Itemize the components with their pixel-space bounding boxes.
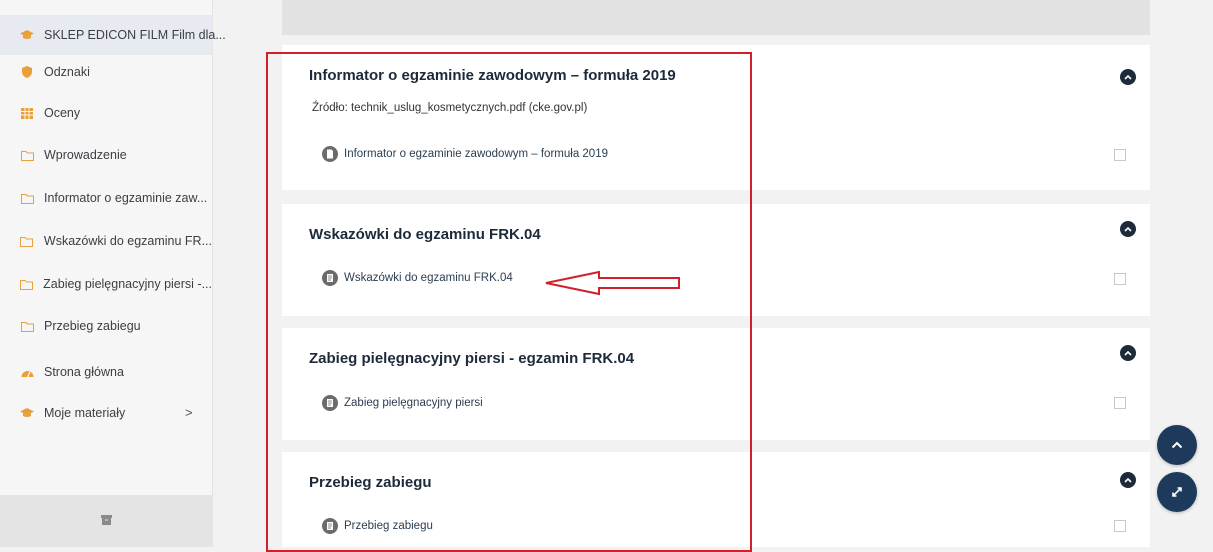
course-section-informator: Informator o egzaminie zawodowym – formu… — [282, 45, 1150, 190]
shield-icon — [20, 65, 34, 79]
sidebar-item-zabieg[interactable]: Zabieg pielęgnacyjny piersi -... — [0, 264, 212, 304]
sidebar-item-label: Informator o egzaminie zaw... — [44, 191, 208, 205]
chevron-right-icon[interactable]: > — [185, 405, 193, 420]
sidebar-item-label: Strona główna — [44, 365, 124, 379]
activity-label: Wskazówki do egzaminu FRK.04 — [344, 272, 513, 284]
completion-checkbox[interactable] — [1114, 149, 1126, 161]
chevron-up-icon — [1171, 441, 1183, 449]
fullscreen-toggle-button[interactable] — [1157, 472, 1197, 512]
activity-przebieg[interactable]: Przebieg zabiegu — [322, 518, 433, 534]
sidebar-item-wskazowki[interactable]: Wskazówki do egzaminu FR... — [0, 221, 212, 261]
sidebar-item-label: Zabieg pielęgnacyjny piersi -... — [43, 277, 212, 291]
sidebar-item-informator[interactable]: Informator o egzaminie zaw... — [0, 178, 212, 218]
collapse-section-button[interactable] — [1120, 221, 1136, 237]
chevron-up-icon — [1124, 477, 1132, 483]
activity-informator[interactable]: Informator o egzaminie zawodowym – formu… — [322, 146, 608, 162]
course-section-wskazowki: Wskazówki do egzaminu FRK.04 Wskazówki d… — [282, 204, 1150, 316]
graduation-cap-icon — [20, 28, 34, 42]
course-index-sidebar: SKLEP EDICON FILM Film dla... Odznaki Oc… — [0, 0, 226, 547]
collapse-section-button[interactable] — [1120, 472, 1136, 488]
activity-label: Zabieg pielęgnacyjny piersi — [344, 397, 483, 409]
folder-icon — [20, 319, 34, 333]
chevron-up-icon — [1124, 226, 1132, 232]
sidebar-item-label: Oceny — [44, 106, 81, 120]
activity-zabieg[interactable]: Zabieg pielęgnacyjny piersi — [322, 395, 483, 411]
sidebar-item-label: Odznaki — [44, 65, 90, 79]
sidebar-item-label: Przebieg zabiegu — [44, 319, 141, 333]
folder-icon — [20, 191, 34, 205]
sidebar-item-label: Wprowadzenie — [44, 148, 127, 162]
page-icon — [322, 270, 338, 286]
sidebar-item-label: Moje materiały — [44, 406, 126, 420]
collapse-section-button[interactable] — [1120, 345, 1136, 361]
page-header-strip — [282, 0, 1150, 35]
expand-icon — [1172, 487, 1182, 497]
sidebar-item-course[interactable]: SKLEP EDICON FILM Film dla... — [0, 15, 226, 55]
completion-checkbox[interactable] — [1114, 397, 1126, 409]
folder-icon — [20, 277, 34, 291]
collapse-section-button[interactable] — [1120, 69, 1136, 85]
back-to-top-button[interactable] — [1157, 425, 1197, 465]
sidebar-item-label: Wskazówki do egzaminu FR... — [43, 234, 212, 248]
folder-icon — [20, 234, 34, 248]
sidebar-item-label: SKLEP EDICON FILM Film dla... — [44, 28, 226, 42]
activity-label: Przebieg zabiegu — [344, 520, 433, 532]
section-title[interactable]: Zabieg pielęgnacyjny piersi - egzamin FR… — [309, 350, 634, 367]
page-icon — [322, 518, 338, 534]
sidebar-item-badges[interactable]: Odznaki — [0, 52, 212, 92]
folder-icon — [20, 148, 34, 162]
sidebar-item-home[interactable]: Strona główna — [0, 352, 212, 392]
grid-table-icon — [20, 106, 34, 120]
archive-box-icon[interactable] — [100, 512, 112, 530]
sidebar-item-grades[interactable]: Oceny — [0, 93, 212, 133]
section-title[interactable]: Informator o egzaminie zawodowym – formu… — [309, 67, 676, 84]
sidebar-item-intro[interactable]: Wprowadzenie — [0, 135, 212, 175]
sidebar-footer — [0, 495, 212, 547]
chevron-up-icon — [1124, 74, 1132, 80]
dashboard-icon — [20, 365, 34, 379]
section-title[interactable]: Przebieg zabiegu — [309, 474, 432, 491]
annotation-arrow — [545, 270, 680, 296]
sidebar-item-przebieg[interactable]: Przebieg zabiegu — [0, 306, 212, 346]
document-circle-icon — [322, 146, 338, 162]
chevron-up-icon — [1124, 350, 1132, 356]
section-title[interactable]: Wskazówki do egzaminu FRK.04 — [309, 226, 541, 243]
course-section-zabieg: Zabieg pielęgnacyjny piersi - egzamin FR… — [282, 328, 1150, 440]
completion-checkbox[interactable] — [1114, 273, 1126, 285]
completion-checkbox[interactable] — [1114, 520, 1126, 532]
sidebar-item-my-materials[interactable]: Moje materiały > — [0, 393, 212, 433]
page-icon — [322, 395, 338, 411]
course-section-przebieg: Przebieg zabiegu Przebieg zabiegu — [282, 452, 1150, 547]
activity-label: Informator o egzaminie zawodowym – formu… — [344, 148, 608, 160]
section-source: Źródło: technik_uslug_kosmetycznych.pdf … — [312, 102, 588, 114]
activity-wskazowki[interactable]: Wskazówki do egzaminu FRK.04 — [322, 270, 513, 286]
graduation-cap-icon — [20, 406, 34, 420]
